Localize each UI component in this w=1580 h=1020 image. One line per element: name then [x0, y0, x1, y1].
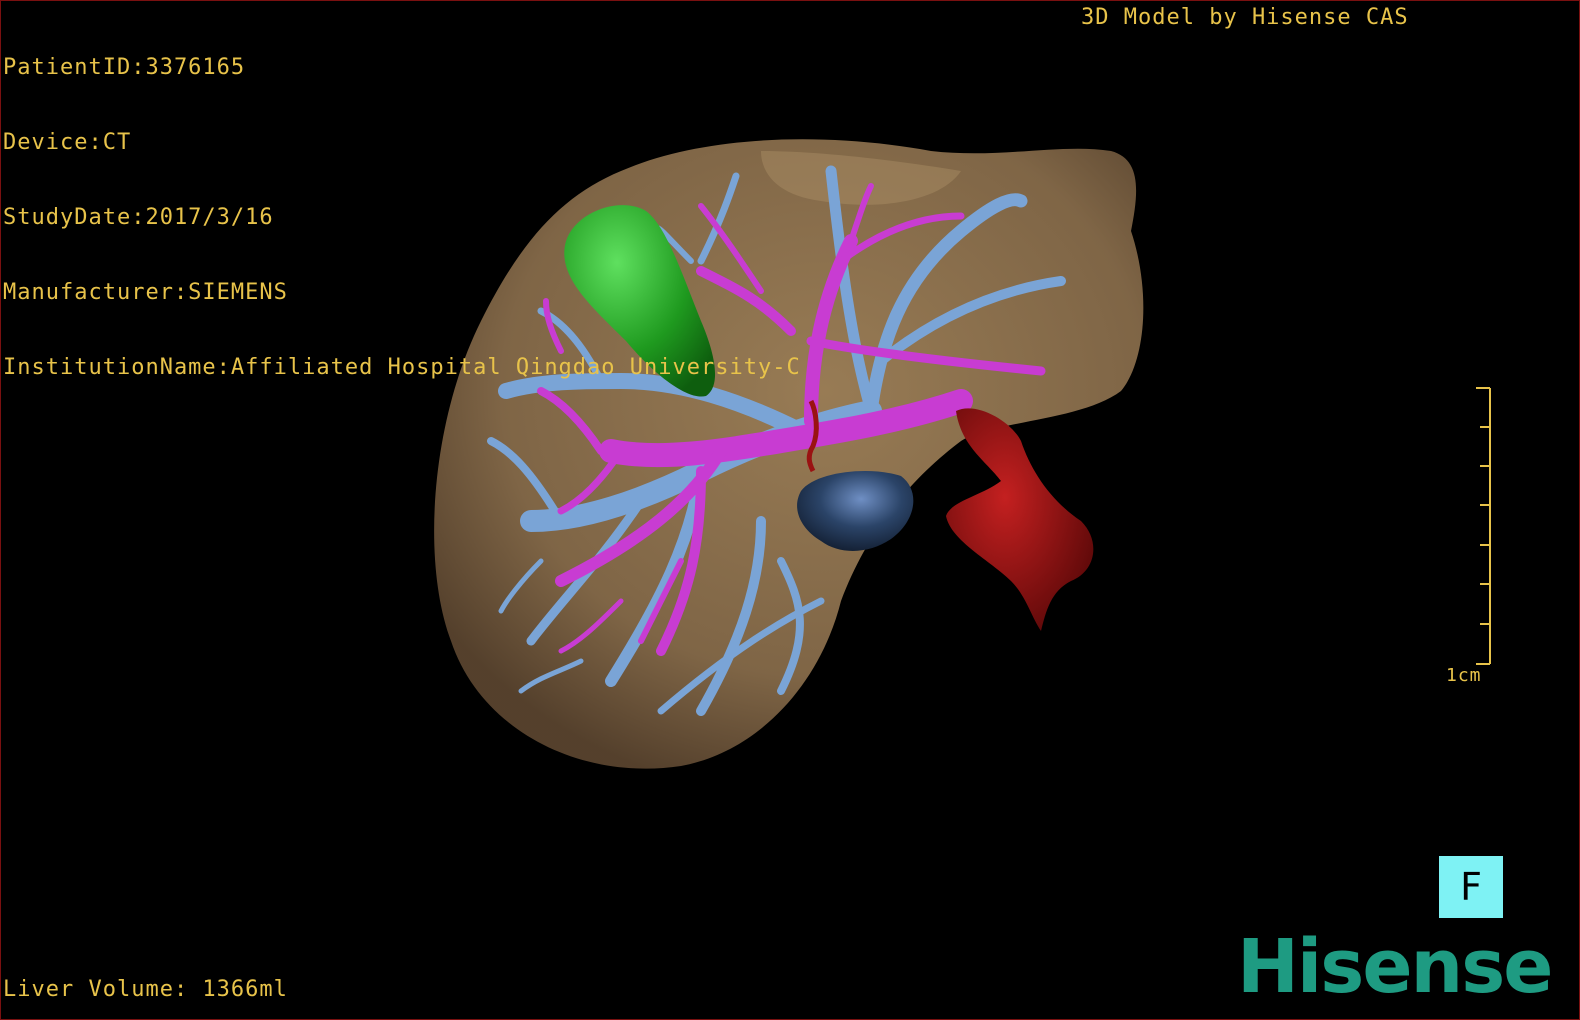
hisense-logo: Hisense [1237, 924, 1553, 1010]
manufacturer: Manufacturer:SIEMENS [3, 280, 288, 305]
model-credit: 3D Model by Hisense CAS [1081, 5, 1409, 30]
scale-bar [1476, 387, 1491, 665]
front-view-icon[interactable]: F [1439, 856, 1503, 918]
institution-name: InstitutionName:Affiliated Hospital Qing… [3, 355, 801, 380]
dicom-metadata: PatientID:3376165 Device:CT StudyDate:20… [3, 5, 801, 430]
device: Device:CT [3, 130, 132, 155]
scale-label: 1cm [1446, 665, 1482, 686]
3d-viewport[interactable]: PatientID:3376165 Device:CT StudyDate:20… [0, 0, 1580, 1020]
study-date: StudyDate:2017/3/16 [3, 205, 274, 230]
vena-cava-stump [946, 408, 1094, 631]
liver-volume: Liver Volume: 1366ml [3, 977, 288, 1002]
patient-id: PatientID:3376165 [3, 55, 246, 80]
